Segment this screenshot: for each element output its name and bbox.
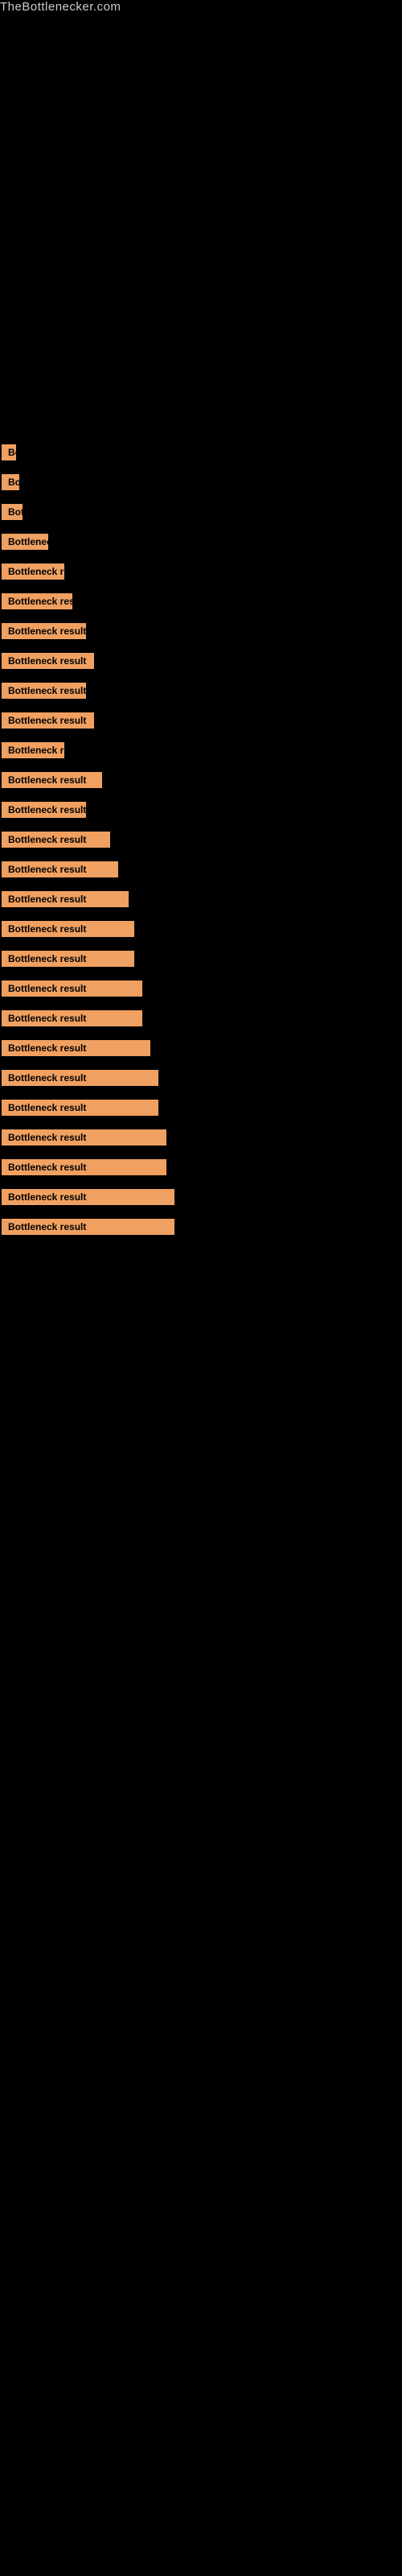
list-item: Bottleneck result bbox=[0, 799, 402, 825]
results-list: Bottleneck result Bottleneck result Bottle… bbox=[0, 441, 402, 1261]
result-badge[interactable]: Bottleneck result bbox=[2, 980, 142, 997]
list-item: Bottleneck result bbox=[0, 918, 402, 944]
result-badge[interactable]: Bottleneck result bbox=[2, 623, 86, 639]
list-item: Bottleneck result bbox=[0, 560, 402, 587]
result-badge[interactable]: Bottleneck result bbox=[2, 891, 129, 907]
result-badge[interactable]: Bottleneck result bbox=[2, 564, 64, 580]
list-item: Bottleneck result bbox=[0, 679, 402, 706]
list-item: Bottleneck result bbox=[0, 441, 402, 468]
result-badge[interactable]: Bottleneck result bbox=[2, 504, 23, 520]
result-badge[interactable]: Bottleneck result bbox=[2, 534, 48, 550]
list-item: Bottleneck result bbox=[0, 650, 402, 676]
list-item: Bottleneck result bbox=[0, 858, 402, 885]
list-item: Bottleneck result bbox=[0, 739, 402, 766]
list-item: Bottleneck result bbox=[0, 769, 402, 795]
result-badge[interactable]: Bottleneck result bbox=[2, 1010, 142, 1026]
result-badge[interactable]: Bottleneck result bbox=[2, 474, 19, 490]
result-badge[interactable]: Bottleneck result bbox=[2, 1100, 158, 1116]
list-item: Bottleneck result bbox=[0, 709, 402, 736]
list-item: Bottleneck result bbox=[0, 620, 402, 646]
result-badge[interactable]: Bottleneck result bbox=[2, 1189, 174, 1205]
result-badge[interactable]: Bottleneck result bbox=[2, 772, 102, 788]
result-badge[interactable]: Bottleneck result bbox=[2, 951, 134, 967]
result-badge[interactable]: Bottleneck result bbox=[2, 1219, 174, 1235]
list-item: Bottleneck result bbox=[0, 977, 402, 1004]
result-badge[interactable]: Bottleneck result bbox=[2, 802, 86, 818]
list-item: Bottleneck result bbox=[0, 471, 402, 497]
list-item: Bottleneck result bbox=[0, 1067, 402, 1093]
result-badge[interactable]: Bottleneck result bbox=[2, 1040, 150, 1056]
list-item: Bottleneck result bbox=[0, 590, 402, 617]
result-badge[interactable]: Bottleneck result bbox=[2, 861, 118, 877]
result-badge[interactable]: Bottleneck result bbox=[2, 921, 134, 937]
result-badge[interactable]: Bottleneck result bbox=[2, 742, 64, 758]
result-badge[interactable]: Bottleneck result bbox=[2, 1129, 166, 1146]
list-item: Bottleneck result bbox=[0, 828, 402, 855]
result-badge[interactable]: Bottleneck result bbox=[2, 683, 86, 699]
list-item: Bottleneck result bbox=[0, 947, 402, 974]
result-badge[interactable]: Bottleneck result bbox=[2, 832, 110, 848]
list-item: Bottleneck result bbox=[0, 501, 402, 527]
result-badge[interactable]: Bottleneck result bbox=[2, 1159, 166, 1175]
result-badge[interactable]: Bottleneck result bbox=[2, 712, 94, 729]
list-item: Bottleneck result bbox=[0, 1037, 402, 1063]
list-item: Bottleneck result bbox=[0, 1156, 402, 1183]
result-badge[interactable]: Bottleneck result bbox=[2, 444, 16, 460]
result-badge[interactable]: Bottleneck result bbox=[2, 1070, 158, 1086]
list-item: Bottleneck result bbox=[0, 1007, 402, 1034]
list-item: Bottleneck result bbox=[0, 1216, 402, 1242]
list-item: Bottleneck result bbox=[0, 530, 402, 557]
site-title: TheBottlenecker.com bbox=[0, 0, 402, 14]
result-badge[interactable]: Bottleneck result bbox=[2, 653, 94, 669]
list-item: Bottleneck result bbox=[0, 1096, 402, 1123]
list-item: Bottleneck result bbox=[0, 888, 402, 914]
list-item: Bottleneck result bbox=[0, 1186, 402, 1212]
result-badge[interactable]: Bottleneck result bbox=[2, 593, 72, 609]
list-item: Bottleneck result bbox=[0, 1126, 402, 1153]
